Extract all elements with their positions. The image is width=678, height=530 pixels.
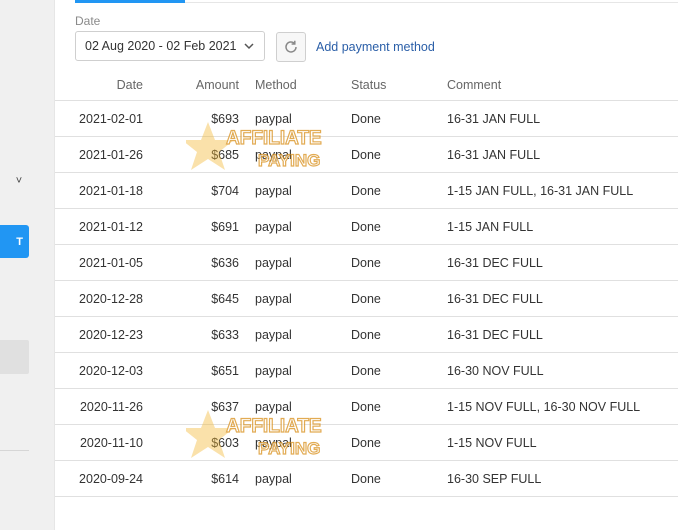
cell-amount: $636 [211, 255, 239, 270]
table-row: 2021-02-01 $693 paypal Done 16-31 JAN FULL [55, 101, 678, 137]
cell-method: paypal [255, 183, 292, 198]
cell-status: Done [351, 147, 381, 162]
cell-status: Done [351, 219, 381, 234]
cell-status: Done [351, 327, 381, 342]
sidebar-item[interactable] [0, 340, 29, 374]
cell-date: 2020-11-10 [79, 435, 143, 450]
cell-method: paypal [255, 291, 292, 306]
cell-comment: 16-31 JAN FULL [447, 111, 541, 126]
payments-table-body: 2021-02-01 $693 paypal Done 16-31 JAN FULL 20… [55, 101, 678, 497]
cell-comment: 16-31 DEC FULL [447, 327, 543, 342]
table-row: 2020-11-26 $637 paypal Done 1-15 NOV FULL, 1… [55, 389, 678, 425]
table-row: 2021-01-05 $636 paypal Done 16-31 DEC FULL [55, 245, 678, 281]
header-method[interactable]: Method [255, 70, 297, 100]
cell-date: 2021-01-12 [79, 219, 143, 234]
cell-amount: $633 [211, 327, 239, 342]
table-row: 2021-01-18 $704 paypal Done 1-15 JAN FULL, 1… [55, 173, 678, 209]
sidebar-active-button[interactable]: T [0, 225, 29, 258]
cell-method: paypal [255, 435, 292, 450]
cell-method: paypal [255, 147, 292, 162]
cell-method: paypal [255, 399, 292, 414]
cell-status: Done [351, 471, 381, 486]
chevron-down-icon[interactable]: ˅ [12, 174, 26, 188]
cell-method: paypal [255, 219, 292, 234]
cell-date: 2021-01-05 [79, 255, 143, 270]
cell-comment: 1-15 NOV FULL, 16-30 NOV FULL [447, 399, 641, 414]
cell-date: 2020-12-28 [79, 291, 143, 306]
header-comment[interactable]: Comment [447, 70, 501, 100]
date-range-select[interactable]: 02 Aug 2020 - 02 Feb 2021 [75, 31, 265, 61]
cell-comment: 1-15 JAN FULL, 16-31 JAN FULL [447, 183, 634, 198]
header-amount[interactable]: Amount [145, 70, 239, 100]
table-row: 2021-01-12 $691 paypal Done 1-15 JAN FULL [55, 209, 678, 245]
cell-date: 2020-12-23 [79, 327, 143, 342]
table-row: 2020-12-03 $651 paypal Done 16-30 NOV FULL [55, 353, 678, 389]
cell-date: 2021-02-01 [79, 111, 143, 126]
cell-date: 2020-12-03 [79, 363, 143, 378]
cell-amount: $693 [211, 111, 239, 126]
cell-amount: $651 [211, 363, 239, 378]
date-range-value: 02 Aug 2020 - 02 Feb 2021 [85, 39, 237, 53]
refresh-icon [285, 40, 297, 53]
header-date[interactable]: Date [55, 70, 143, 100]
cell-amount: $691 [211, 219, 239, 234]
cell-amount: $704 [211, 183, 239, 198]
table-row: 2020-12-28 $645 paypal Done 16-31 DEC FULL [55, 281, 678, 317]
date-filter-label: Date [75, 14, 101, 28]
cell-status: Done [351, 255, 381, 270]
cell-status: Done [351, 291, 381, 306]
cell-comment: 16-30 NOV FULL [447, 363, 544, 378]
cell-comment: 16-30 SEP FULL [447, 471, 542, 486]
cell-status: Done [351, 399, 381, 414]
active-tab-indicator [75, 0, 185, 3]
sidebar-active-button-label: T [16, 235, 23, 248]
table-row: 2020-12-23 $633 paypal Done 16-31 DEC FULL [55, 317, 678, 353]
table-row: 2021-01-26 $685 paypal Done 16-31 JAN FULL [55, 137, 678, 173]
cell-comment: 16-31 JAN FULL [447, 147, 541, 162]
cell-date: 2021-01-26 [79, 147, 143, 162]
cell-method: paypal [255, 111, 292, 126]
sidebar: ˅ T [0, 0, 54, 530]
cell-date: 2020-11-26 [79, 399, 143, 414]
cell-status: Done [351, 183, 381, 198]
cell-comment: 16-31 DEC FULL [447, 255, 543, 270]
table-row: 2020-09-24 $614 paypal Done 16-30 SEP FULL [55, 461, 678, 497]
add-payment-method-link[interactable]: Add payment method [316, 40, 435, 54]
cell-comment: 1-15 NOV FULL [447, 435, 537, 450]
table-header: Date Amount Method Status Comment [55, 70, 678, 101]
cell-status: Done [351, 111, 381, 126]
table-row: 2020-11-10 $603 paypal Done 1-15 NOV FULL [55, 425, 678, 461]
cell-amount: $685 [211, 147, 239, 162]
chevron-down-icon [244, 43, 254, 50]
cell-comment: 1-15 JAN FULL [447, 219, 534, 234]
sidebar-divider [0, 450, 29, 451]
cell-amount: $645 [211, 291, 239, 306]
tab-bar-border [185, 2, 678, 3]
cell-method: paypal [255, 255, 292, 270]
cell-comment: 16-31 DEC FULL [447, 291, 543, 306]
cell-amount: $603 [211, 435, 239, 450]
header-status[interactable]: Status [351, 70, 386, 100]
payments-panel: Date 02 Aug 2020 - 02 Feb 2021 Add payme… [54, 0, 678, 530]
refresh-button[interactable] [276, 32, 306, 62]
cell-amount: $614 [211, 471, 239, 486]
cell-amount: $637 [211, 399, 239, 414]
cell-method: paypal [255, 363, 292, 378]
cell-date: 2021-01-18 [79, 183, 143, 198]
cell-status: Done [351, 435, 381, 450]
cell-method: paypal [255, 471, 292, 486]
cell-date: 2020-09-24 [79, 471, 143, 486]
cell-method: paypal [255, 327, 292, 342]
cell-status: Done [351, 363, 381, 378]
